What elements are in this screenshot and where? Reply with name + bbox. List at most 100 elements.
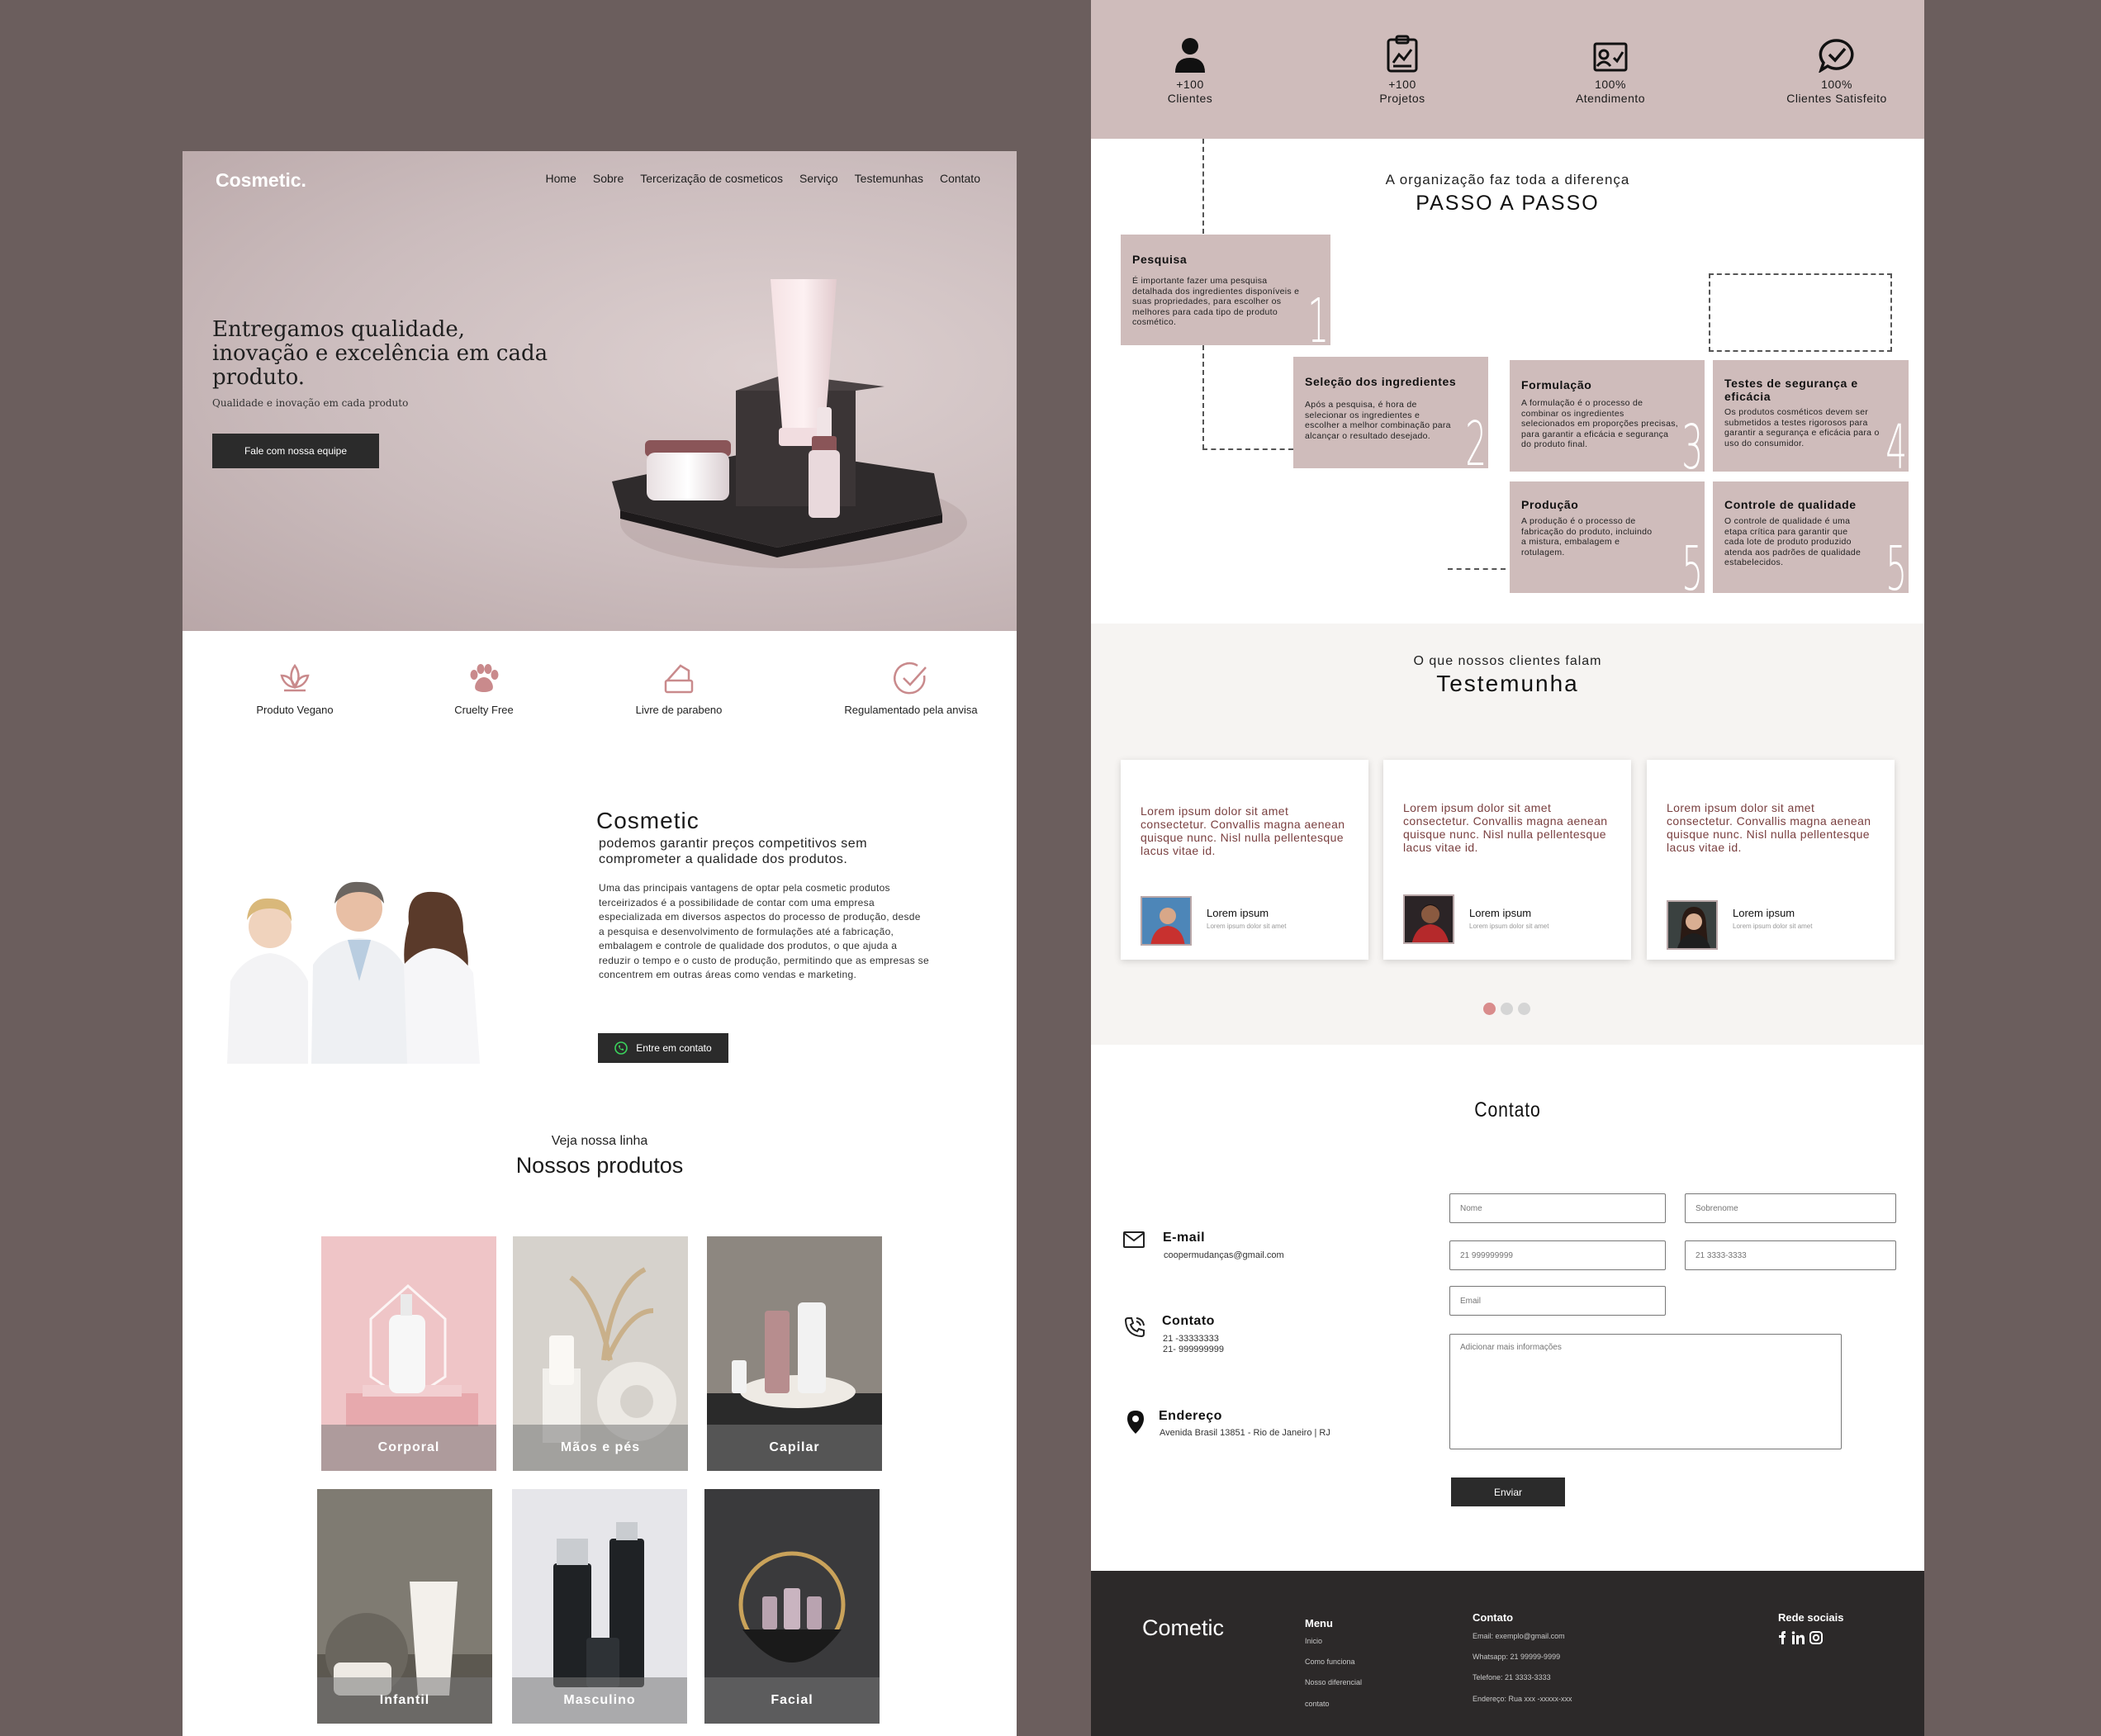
step-number: 5	[1885, 534, 1907, 593]
stat-value: 100%	[1821, 78, 1852, 91]
phone-input[interactable]	[1449, 1240, 1666, 1270]
nav-testemunhas[interactable]: Testemunhas	[855, 172, 923, 185]
nav-contato[interactable]: Contato	[940, 172, 980, 185]
about-subtitle: podemos garantir preços competitivos sem…	[599, 837, 868, 866]
testimonial-role: Lorem ipsum dolor sit amet	[1469, 923, 1549, 930]
footer-menu-contato[interactable]: contato	[1305, 1700, 1330, 1708]
about-body: Uma das principais vantagens de optar pe…	[599, 882, 929, 980]
hero-title: Entregamos qualidade, inovação e excelên…	[212, 317, 548, 390]
stat-label: Clientes Satisfeito	[1786, 92, 1887, 105]
dashed-connector	[1202, 139, 1204, 234]
testimonial-quote: Lorem ipsum dolor sit amet consectetur. …	[1141, 804, 1345, 857]
phone-icon	[1124, 1317, 1145, 1338]
product-tile-facial[interactable]: Facial	[704, 1489, 880, 1724]
phone-1: 21 -33333333	[1163, 1334, 1219, 1344]
sobrenome-input[interactable]	[1685, 1193, 1896, 1223]
dashed-connector	[1202, 448, 1293, 450]
clipboard-chart-icon	[1336, 33, 1468, 73]
step-controle: Controle de qualidade O controle de qual…	[1713, 481, 1909, 593]
stat-label: Atendimento	[1575, 92, 1646, 105]
footer-contact-line: Email: exemplo@gmail.com	[1473, 1632, 1565, 1640]
stat-value: 100%	[1595, 78, 1626, 91]
footer: Cometic Menu Inicio Como funciona Nosso …	[1091, 1571, 1924, 1736]
info-textarea[interactable]	[1449, 1334, 1842, 1449]
mail-icon	[1123, 1231, 1145, 1248]
step-formulacao: Formulação A formulação é o processo de …	[1510, 360, 1705, 472]
stat-value: +100	[1176, 78, 1204, 91]
feature-label: Regulamentado pela anvisa	[844, 704, 978, 716]
step-title: Formulação	[1521, 378, 1592, 391]
step-title: Pesquisa	[1132, 253, 1188, 266]
step-desc: Após a pesquisa, é hora de selecionar os…	[1305, 400, 1451, 441]
phone-label: Contato	[1162, 1314, 1215, 1328]
hero-section: Cosmetic. Home Sobre Tercerização de cos…	[183, 151, 1017, 631]
brand-logo[interactable]: Cosmetic.	[216, 169, 306, 192]
nav-servico[interactable]: Serviço	[799, 172, 838, 185]
step-number: 4	[1885, 412, 1907, 472]
product-label: Infantil	[317, 1677, 492, 1724]
check-circle-icon	[812, 659, 1010, 699]
carousel-dot-active[interactable]	[1483, 1003, 1496, 1015]
step-title: Produção	[1521, 498, 1579, 511]
step-producao: Produção A produção é o processo de fabr…	[1510, 481, 1705, 593]
step-number: 1	[1307, 286, 1329, 345]
hero-product-image	[612, 279, 967, 568]
testimonial-card: Lorem ipsum dolor sit amet consectetur. …	[1383, 760, 1631, 960]
footer-menu-como-funciona[interactable]: Como funciona	[1305, 1658, 1355, 1666]
footer-menu-diferencial[interactable]: Nosso diferencial	[1305, 1678, 1362, 1686]
nav-sobre[interactable]: Sobre	[593, 172, 624, 185]
avatar	[1403, 894, 1454, 944]
feature-label: Produto Vegano	[256, 704, 334, 716]
product-tile-corporal[interactable]: Corporal	[321, 1236, 496, 1471]
hero-subtitle: Qualidade e inovação em cada produto	[212, 397, 409, 409]
talk-to-team-button[interactable]: Fale com nossa equipe	[212, 434, 379, 468]
about-title: Cosmetic	[596, 808, 700, 833]
feature-anvisa: Regulamentado pela anvisa	[812, 659, 1010, 716]
contact-button[interactable]: Entre em contato	[598, 1033, 728, 1063]
nav-tercerizacao[interactable]: Tercerização de cosmeticos	[640, 172, 783, 185]
phone-alt-input[interactable]	[1685, 1240, 1896, 1270]
address-value: Avenida Brasil 13851 - Rio de Janeiro | …	[1160, 1428, 1330, 1438]
submit-button[interactable]: Enviar	[1451, 1477, 1565, 1506]
nome-input[interactable]	[1449, 1193, 1666, 1223]
product-tile-infantil[interactable]: Infantil	[317, 1489, 492, 1724]
step-number: 3	[1681, 412, 1703, 472]
products-kicker: Veja nossa linha	[551, 1134, 648, 1148]
footer-contact-line: Whatsapp: 21 99999-9999	[1473, 1653, 1561, 1661]
footer-contact-title: Contato	[1473, 1611, 1514, 1624]
step-title: Seleção dos ingredientes	[1305, 375, 1457, 388]
testimonial-role: Lorem ipsum dolor sit amet	[1733, 923, 1813, 930]
step-testes: Testes de segurança e eficácia Os produt…	[1713, 360, 1909, 472]
footer-menu-inicio[interactable]: Inicio	[1305, 1637, 1322, 1645]
person-icon	[1124, 33, 1256, 73]
testimonials-title: Testemunha	[1436, 671, 1579, 696]
feature-vegan: Produto Vegano	[204, 659, 386, 716]
stat-label: Projetos	[1379, 92, 1425, 105]
footer-logo[interactable]: Cometic	[1142, 1615, 1224, 1641]
product-tile-maos-e-pes[interactable]: Mãos e pés	[513, 1236, 688, 1471]
products-title: Nossos produtos	[515, 1153, 684, 1178]
nav-home[interactable]: Home	[546, 172, 576, 185]
product-tile-capilar[interactable]: Capilar	[707, 1236, 882, 1471]
carousel-dot[interactable]	[1501, 1003, 1513, 1015]
step-desc: A formulação é o processo de combinar os…	[1521, 398, 1678, 449]
main-nav: Home Sobre Tercerização de cosmeticos Se…	[546, 172, 980, 185]
email-input[interactable]	[1449, 1286, 1666, 1316]
product-label: Mãos e pés	[513, 1425, 688, 1471]
testimonials-kicker: O que nossos clientes falam	[1413, 654, 1602, 668]
process-kicker: A organização faz toda a diferença	[1385, 172, 1630, 187]
feature-label: Cruelty Free	[454, 704, 514, 716]
location-pin-icon	[1127, 1411, 1144, 1434]
testimonial-quote: Lorem ipsum dolor sit amet consectetur. …	[1667, 801, 1871, 854]
jar-icon	[588, 659, 770, 699]
testimonial-role: Lorem ipsum dolor sit amet	[1207, 923, 1287, 930]
product-label: Facial	[704, 1677, 880, 1724]
address-label: Endereço	[1159, 1409, 1222, 1423]
product-tile-masculino[interactable]: Masculino	[512, 1489, 687, 1724]
lotus-icon	[204, 659, 386, 699]
feature-label: Livre de parabeno	[635, 704, 723, 716]
step-title: Controle de qualidade	[1724, 498, 1857, 511]
step-desc: Os produtos cosméticos devem ser submeti…	[1724, 407, 1880, 448]
carousel-dot[interactable]	[1518, 1003, 1530, 1015]
dashed-connector	[1448, 568, 1506, 570]
